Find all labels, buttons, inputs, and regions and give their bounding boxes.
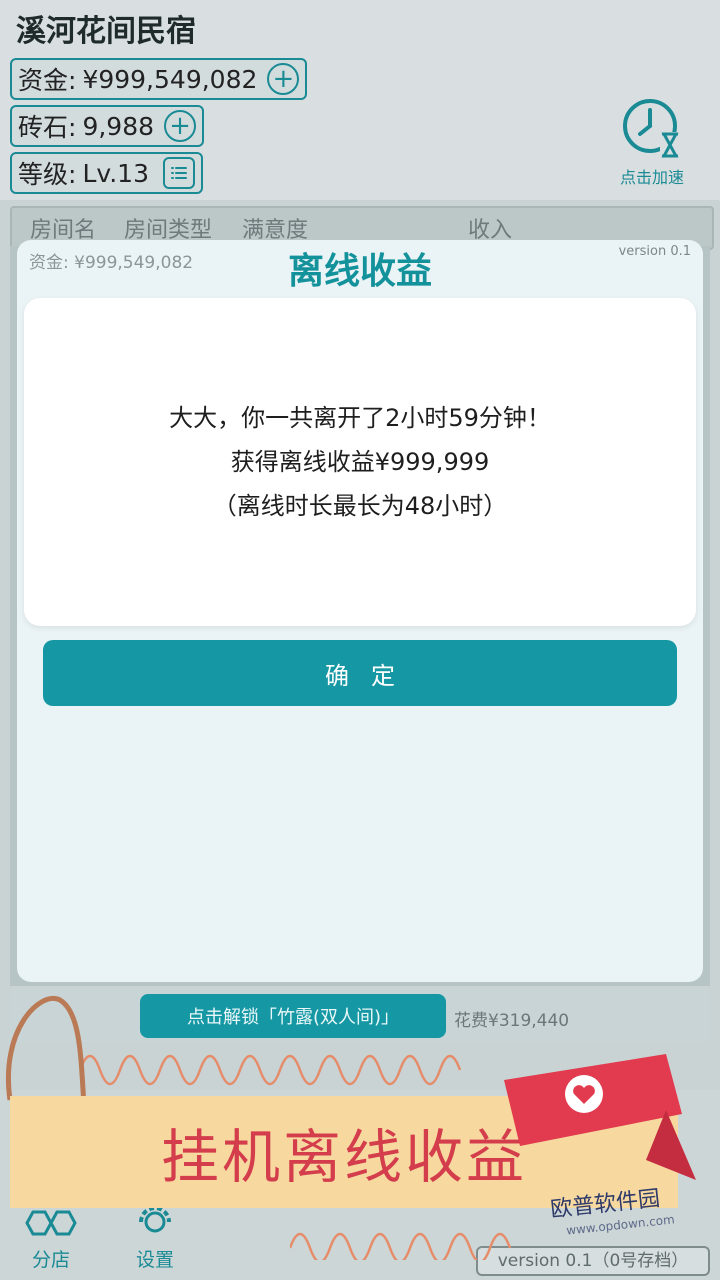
- nav-settings-label: 设置: [135, 1249, 174, 1271]
- squiggle-decoration: [80, 1054, 462, 1086]
- heart-icon: [565, 1075, 603, 1113]
- clock-hourglass-icon: [623, 99, 680, 158]
- plus-icon: +: [169, 111, 191, 141]
- bricks-pill: 砖石: 9,988 +: [10, 105, 205, 147]
- message-line-3: （离线时长最长为48小时）: [212, 492, 508, 520]
- squiggle-decoration-2: [290, 1232, 512, 1260]
- unlock-row: 点击解锁「竹露(双人间)」 花费¥319,440: [10, 990, 710, 1042]
- message-line-1: 大大，你一共离开了2小时59分钟！: [169, 404, 551, 432]
- message-line-2: 获得离线收益¥999,999: [230, 448, 490, 476]
- nav-settings[interactable]: 设置: [120, 1200, 190, 1272]
- unlock-room-button[interactable]: 点击解锁「竹露(双人间)」: [140, 994, 446, 1038]
- bricks-value: 9,988: [82, 111, 155, 141]
- nav-branch-label: 分店: [31, 1249, 70, 1271]
- add-bricks-button[interactable]: +: [164, 110, 197, 142]
- funds-label: 资金:: [18, 66, 77, 95]
- bricks-label: 砖石:: [18, 113, 77, 142]
- speedup-button[interactable]: 点击加速: [610, 96, 694, 187]
- dialog-title: 离线收益: [287, 251, 432, 292]
- level-value: Lv.13: [82, 158, 149, 188]
- nav-branch[interactable]: 分店: [16, 1206, 86, 1272]
- add-funds-button[interactable]: +: [267, 63, 300, 95]
- message-box: 大大，你一共离开了2小时59分钟！ 获得离线收益¥999,999 （离线时长最长…: [24, 298, 696, 626]
- offline-earnings-dialog: 资金: ¥999,549,082 version 0.1 离线收益 大大，你一共…: [17, 240, 703, 982]
- funds-value: ¥999,549,082: [82, 64, 258, 94]
- ribbon-decoration: [504, 1054, 696, 1180]
- level-pill: 等级: Lv.13: [10, 152, 203, 194]
- level-list-button[interactable]: [162, 157, 195, 189]
- confirm-button[interactable]: 确定: [43, 640, 677, 706]
- funds-pill: 资金: ¥999,549,082 +: [10, 58, 308, 100]
- unlock-cost: 花费¥319,440: [454, 1011, 570, 1031]
- level-label: 等级:: [18, 160, 77, 189]
- hexagon-icon: [25, 1210, 77, 1236]
- speedup-label: 点击加速: [619, 168, 684, 187]
- list-icon: [170, 167, 187, 179]
- shop-name: 溪河花间民宿: [16, 14, 196, 49]
- plus-icon: +: [272, 64, 295, 94]
